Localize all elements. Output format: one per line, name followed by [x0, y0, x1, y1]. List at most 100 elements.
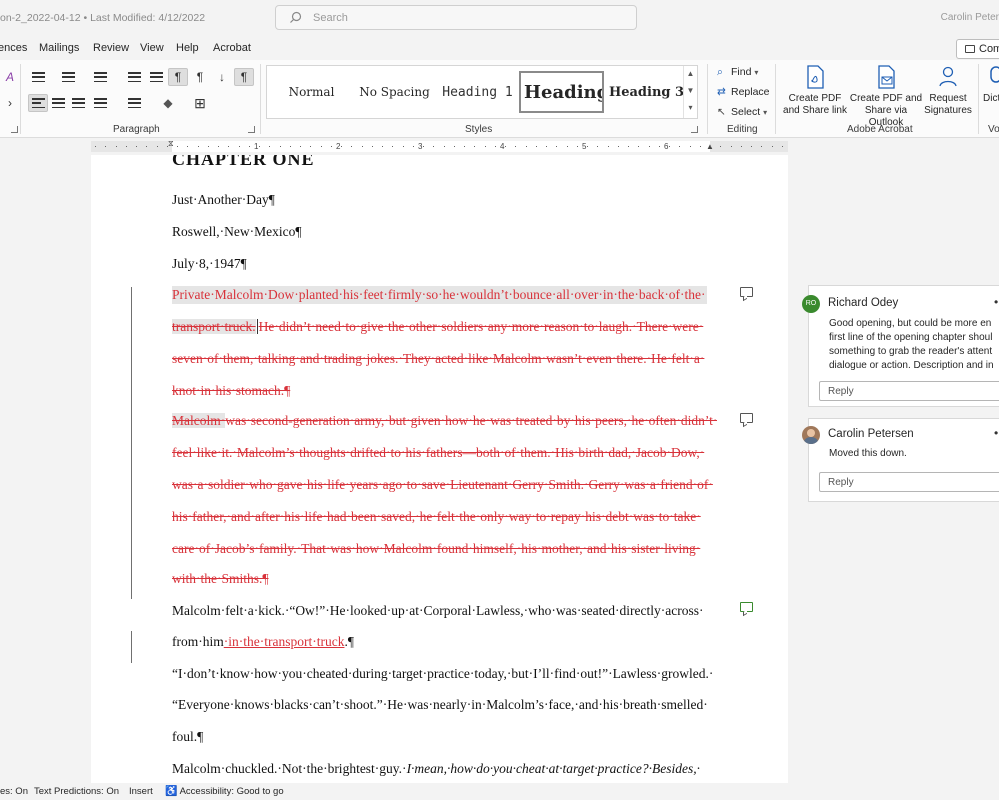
ruler-tick — [761, 146, 762, 147]
ruler-tick — [710, 146, 711, 147]
body-text: Malcolm·chuckled.·Not·the·brightest·guy.… — [172, 761, 407, 776]
tab-acrobat[interactable]: Acrobat — [213, 42, 251, 54]
ribbon-separator — [978, 64, 979, 134]
style-heading-3[interactable]: Heading 3 — [604, 71, 689, 113]
font-launcher-icon[interactable] — [11, 126, 18, 133]
style-heading-1[interactable]: Heading 1 — [435, 71, 520, 113]
body-text-line: foul.¶ — [172, 729, 204, 744]
find-icon: ⌕ — [717, 66, 723, 78]
ruler-tick — [198, 146, 199, 147]
pdf-link-icon — [807, 65, 824, 89]
change-bar — [131, 631, 132, 663]
comment-card[interactable]: Carolin Petersen • Moved this down. Repl… — [802, 418, 999, 502]
align-right-icon[interactable] — [68, 94, 88, 112]
select-label: Select — [731, 106, 761, 118]
tab-mailings[interactable]: Mailings — [39, 42, 79, 54]
comment-text: Moved this down. — [829, 448, 907, 459]
sort-icon[interactable]: ↓ — [212, 68, 232, 86]
borders-icon[interactable]: ⊞ — [190, 94, 210, 112]
chevron-up-icon[interactable]: ▲ — [684, 66, 697, 83]
indent-marker-icon[interactable]: ⧖ — [168, 139, 174, 149]
comment-text: something to grab the reader's attent — [829, 346, 993, 357]
ruler-tick — [208, 146, 209, 147]
chevron-down-icon[interactable]: ▼ — [684, 83, 697, 100]
horizontal-ruler[interactable]: ⧖ ▲ 1 2 3 4 5 6 — [0, 138, 999, 155]
document-page[interactable]: CHAPTER ONE Just·Another·Day¶ Roswell,·N… — [91, 155, 788, 783]
ruler-tick — [669, 146, 670, 147]
comment-marker-icon[interactable] — [740, 413, 753, 423]
align-center-icon[interactable] — [48, 94, 68, 112]
comment-card[interactable]: RO Richard Odey • Good opening, but coul… — [802, 285, 999, 407]
reply-input[interactable]: Reply — [819, 472, 999, 492]
ruler-number: 1 — [254, 142, 259, 151]
increase-indent-icon[interactable] — [146, 68, 166, 86]
ribbon-separator — [707, 64, 708, 134]
rtl-direction-icon[interactable]: ¶ — [190, 68, 210, 86]
decrease-indent-icon[interactable] — [124, 68, 144, 86]
create-pdf-share-link-button[interactable]: Create PDF and Share link — [783, 64, 847, 117]
comment-marker-icon[interactable] — [740, 287, 753, 297]
multilevel-list-icon[interactable] — [90, 68, 110, 86]
styles-scroll[interactable]: ▲ ▼ ▾ — [683, 66, 697, 118]
ruler-tick — [751, 146, 752, 147]
ruler-tick — [444, 146, 445, 147]
status-text-predictions[interactable]: Text Predictions: On — [34, 786, 119, 797]
accessibility-status[interactable]: ♿ Accessibility: Good to go — [165, 786, 284, 797]
status-focus[interactable]: es: On — [0, 786, 28, 797]
comment-resolved-icon[interactable] — [740, 602, 753, 612]
line-spacing-icon[interactable] — [124, 94, 144, 112]
justify-icon[interactable] — [90, 94, 110, 112]
tab-view[interactable]: View — [140, 42, 164, 54]
expand-gallery-icon[interactable]: ▾ — [684, 100, 697, 117]
bullets-icon[interactable] — [28, 68, 48, 86]
tab-review[interactable]: Review — [93, 42, 129, 54]
tab-references[interactable]: ences — [0, 42, 27, 54]
ruler-tick — [167, 146, 168, 147]
ruler-tick — [464, 146, 465, 147]
ruler-tick — [731, 146, 732, 147]
more-options-icon[interactable]: • — [994, 426, 998, 440]
deleted-text-line: his·father,·and·after·his·life·had·been·… — [172, 509, 701, 524]
shading-icon[interactable]: ◆ — [158, 94, 178, 112]
find-button[interactable]: ⌕ Find ▾ — [717, 66, 758, 79]
select-button[interactable]: ↖ Select ▾ — [717, 106, 767, 118]
dictate-button[interactable]: Dict — [983, 64, 999, 105]
status-insert-mode[interactable]: Insert — [129, 786, 153, 797]
ltr-direction-icon[interactable]: ¶ — [168, 68, 188, 86]
style-no-spacing[interactable]: No Spacing — [352, 71, 437, 113]
menu-bar: ences Mailings Review View Help Acrobat … — [0, 38, 999, 60]
chapter-subtitle: Just·Another·Day¶ — [172, 192, 275, 207]
comments-button[interactable]: Comm — [956, 39, 999, 59]
numbering-icon[interactable] — [58, 68, 78, 86]
styles-launcher-icon[interactable] — [691, 126, 698, 133]
request-signatures-button[interactable]: Request Signatures — [924, 64, 972, 117]
status-bar: es: On Text Predictions: On Insert ♿ Acc… — [0, 783, 999, 800]
ruler-tick — [157, 146, 158, 147]
style-normal[interactable]: Normal — [269, 71, 354, 113]
search-box[interactable]: Search — [275, 5, 637, 30]
ruler-tick — [105, 146, 106, 147]
user-name[interactable]: Carolin Peter — [941, 12, 999, 23]
more-options-icon[interactable]: • — [994, 295, 998, 309]
comments-button-label: Comm — [979, 43, 999, 55]
ruler-tick — [382, 146, 383, 147]
align-left-icon[interactable] — [28, 94, 48, 112]
document-title[interactable]: on-2_2022-04-12 • Last Modified: 4/12/20… — [0, 12, 205, 24]
ruler-number: 6 — [664, 142, 669, 151]
ruler-tick — [392, 146, 393, 147]
ruler-tick — [526, 146, 527, 147]
show-formatting-marks-icon[interactable]: ¶ — [234, 68, 254, 86]
text-effects-icon[interactable]: A — [0, 68, 20, 86]
paragraph-launcher-icon[interactable] — [248, 126, 255, 133]
create-pdf-outlook-button[interactable]: Create PDF and Share via Outlook — [848, 64, 924, 129]
replace-button[interactable]: ⇄ Replace — [717, 86, 770, 98]
font-color-icon[interactable]: › — [0, 94, 20, 112]
body-text-line: Malcolm·felt·a·kick.·“Ow!”·He·looked·up·… — [172, 603, 704, 618]
search-icon — [290, 11, 302, 23]
ruler-tick — [403, 146, 404, 147]
tab-help[interactable]: Help — [176, 42, 199, 54]
deleted-text-line: care·of·Jacob’s·family.·That·was·how·Mal… — [172, 541, 701, 556]
reply-input[interactable]: Reply — [819, 381, 999, 401]
style-heading-2[interactable]: Heading 2 — [519, 71, 604, 113]
ruler-tick — [638, 146, 639, 147]
